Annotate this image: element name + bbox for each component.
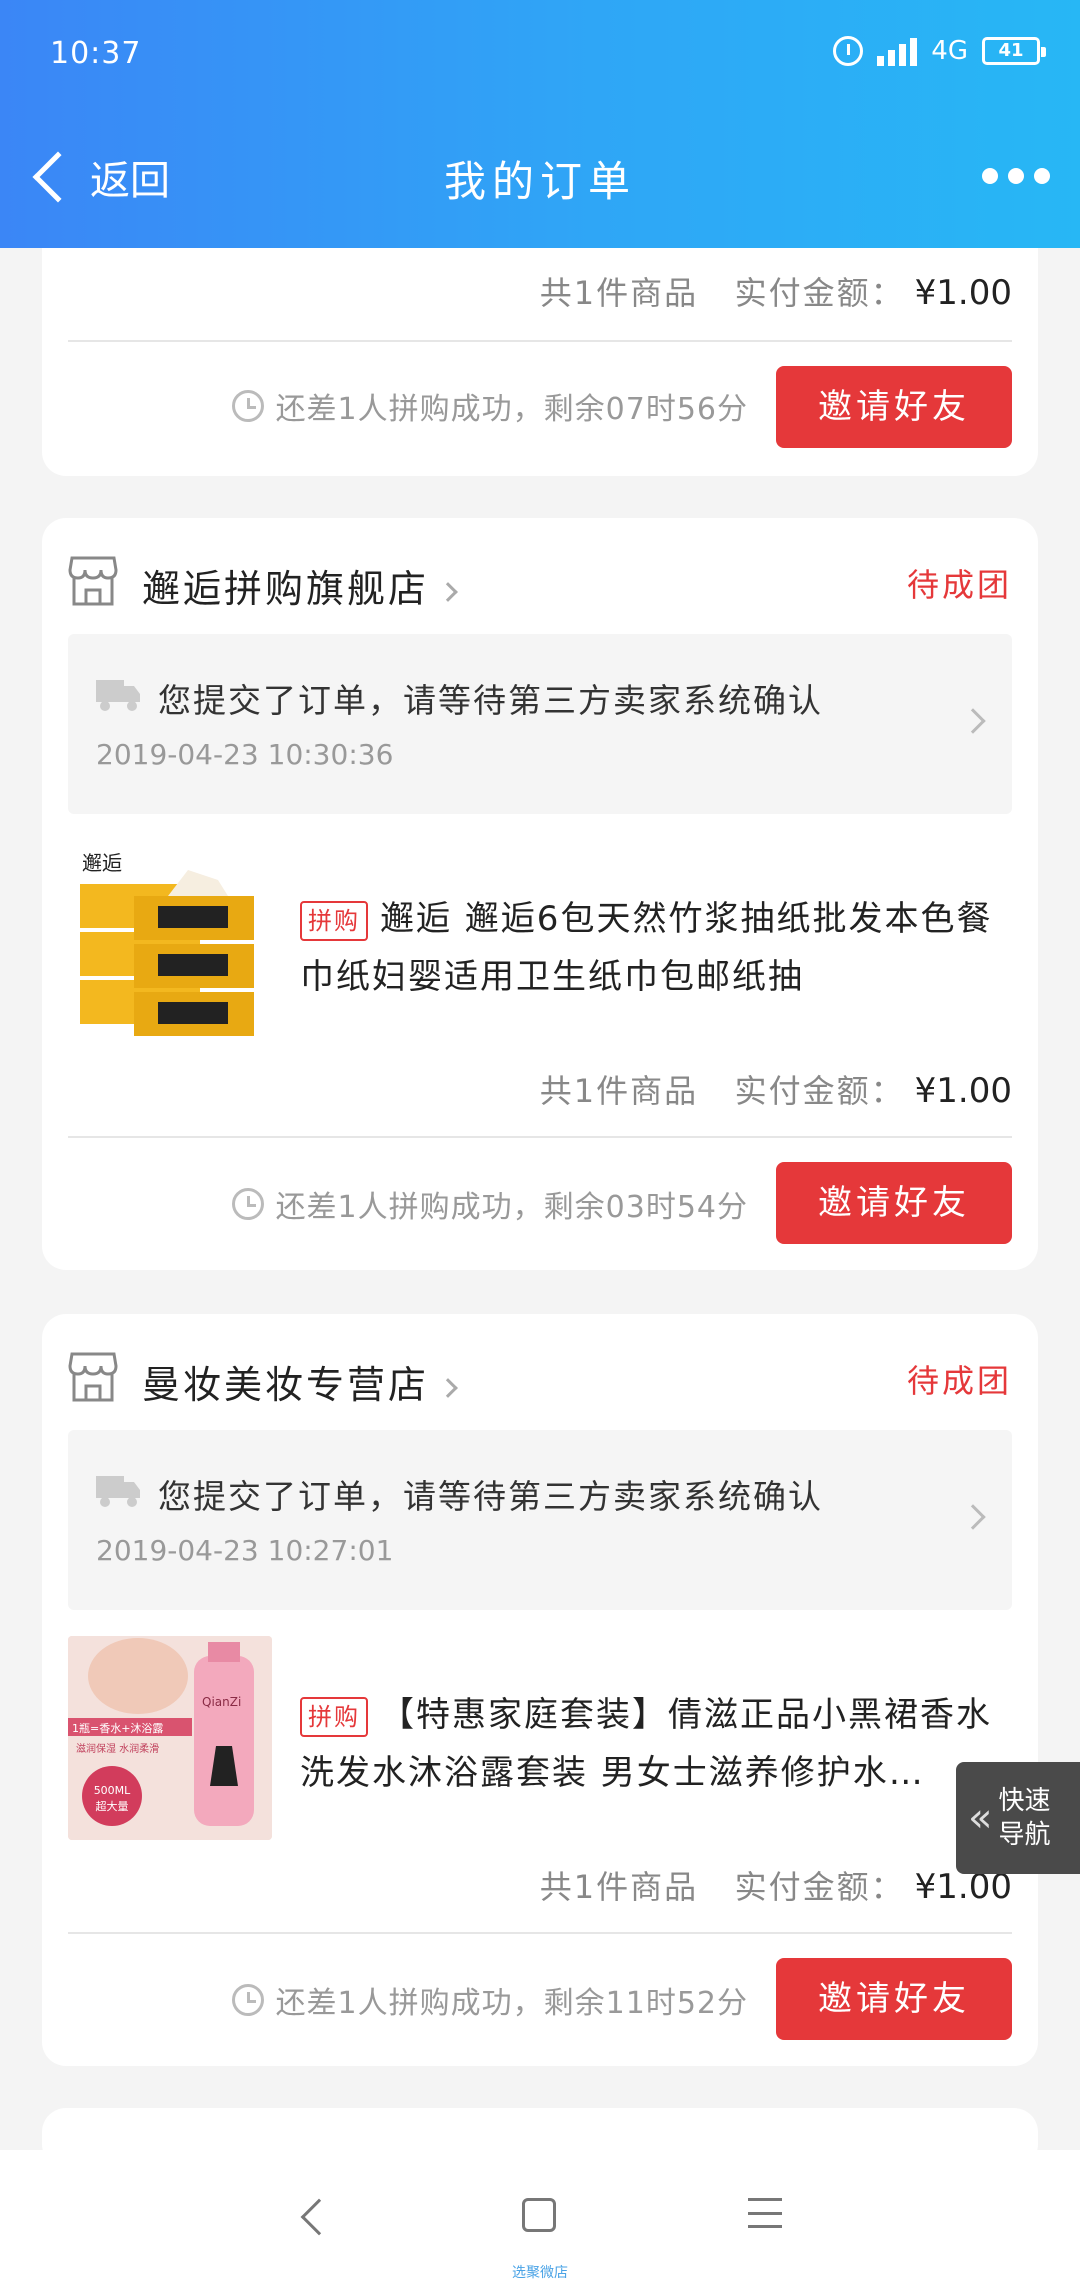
store-icon — [68, 556, 118, 606]
pingou-tag: 拼购 — [300, 900, 368, 941]
divider — [68, 340, 1012, 342]
divider — [68, 1932, 1012, 1934]
nav-back-icon[interactable] — [300, 2198, 338, 2236]
app-header: 10:37 4G 41 返回 我的订单 — [0, 0, 1080, 248]
order-card[interactable]: 曼妆美妆专营店 待成团 您提交了订单，请等待第三方卖家系统确认 2019-04-… — [42, 1314, 1038, 2066]
truck-icon — [96, 680, 140, 711]
invite-friends-button[interactable]: 邀请好友 — [776, 1162, 1012, 1244]
chevron-right-icon — [438, 1377, 458, 1398]
group-countdown: 还差1人拼购成功，剩余07时56分 — [231, 384, 748, 428]
chevron-right-icon — [960, 1504, 986, 1530]
product-image[interactable]: 邂逅 — [68, 840, 272, 1044]
double-chevron-left-icon: « — [968, 1795, 993, 1841]
notice-text: 您提交了订单，请等待第三方卖家系统确认 — [158, 1477, 823, 1516]
order-card[interactable]: 邂逅拼购旗舰店 待成团 您提交了订单，请等待第三方卖家系统确认 2019-04-… — [42, 518, 1038, 1270]
svg-text:邂逅: 邂逅 — [82, 851, 122, 875]
signal-icon — [877, 36, 918, 66]
status-icons: 4G 41 — [833, 36, 1046, 66]
order-price: ¥1.00 — [914, 1071, 1012, 1111]
system-nav-bar: 选聚微店 — [0, 2150, 1080, 2280]
clock-icon — [231, 390, 264, 422]
product-title[interactable]: 拼购 【特惠家庭套装】倩滋正品小黑裙香水洗发水沐浴露套装 男女士滋养修护水… — [300, 1686, 1010, 1802]
dot-icon — [982, 168, 998, 184]
pingou-tag: 拼购 — [300, 1696, 368, 1737]
svg-text:QianZi: QianZi — [202, 1695, 241, 1709]
chevron-right-icon — [438, 581, 458, 602]
order-time: 2019-04-23 10:27:01 — [96, 1534, 394, 1567]
store-name[interactable]: 曼妆美妆专营店 — [142, 1354, 458, 1409]
clock-icon — [231, 1188, 264, 1220]
order-summary: 共1件商品 实付金额： ¥1.00 — [539, 1867, 1012, 1907]
truck-icon — [96, 1476, 140, 1507]
store-row[interactable]: 邂逅拼购旗舰店 待成团 — [68, 554, 1012, 614]
order-notice[interactable]: 您提交了订单，请等待第三方卖家系统确认 2019-04-23 10:30:36 — [68, 634, 1012, 814]
chevron-right-icon — [960, 708, 986, 734]
order-notice[interactable]: 您提交了订单，请等待第三方卖家系统确认 2019-04-23 10:27:01 — [68, 1430, 1012, 1610]
dot-icon — [1034, 168, 1050, 184]
store-name[interactable]: 邂逅拼购旗舰店 — [142, 558, 458, 613]
group-countdown: 还差1人拼购成功，剩余11时52分 — [231, 1978, 748, 2022]
status-time: 10:37 — [50, 36, 142, 71]
quick-nav-button[interactable]: « 快速 导航 — [956, 1762, 1080, 1874]
order-card-partial: 共1件商品 实付金额： ¥1.00 还差1人拼购成功，剩余07时56分 邀请好友 — [42, 248, 1038, 476]
group-countdown: 还差1人拼购成功，剩余03时54分 — [231, 1182, 748, 1226]
order-status: 待成团 — [906, 1362, 1012, 1400]
nav-home-icon[interactable] — [522, 2198, 556, 2232]
alarm-icon — [833, 36, 864, 66]
status-bar: 10:37 4G 41 — [0, 30, 1080, 80]
store-row[interactable]: 曼妆美妆专营店 待成团 — [68, 1350, 1012, 1410]
nav-menu-icon[interactable] — [748, 2198, 782, 2228]
body-wash-image: QianZi 1瓶=香水+沐浴露 滋润保湿 水润柔滑 500ML 超大量 — [68, 1636, 272, 1840]
product-title[interactable]: 拼购 邂逅 邂逅6包天然竹浆抽纸批发本色餐巾纸妇婴适用卫生纸巾包邮纸抽 — [300, 890, 1010, 1006]
tissue-pack-image: 邂逅 — [80, 851, 254, 1036]
order-time: 2019-04-23 10:30:36 — [96, 738, 394, 771]
nav-bar: 返回 我的订单 — [0, 140, 1080, 220]
svg-text:超大量: 超大量 — [96, 1799, 129, 1813]
product-image[interactable]: QianZi 1瓶=香水+沐浴露 滋润保湿 水润柔滑 500ML 超大量 — [68, 1636, 272, 1840]
store-icon — [68, 1352, 118, 1402]
watermark: 选聚微店 — [512, 2265, 568, 2280]
page-title: 我的订单 — [443, 157, 636, 206]
clock-icon — [231, 1984, 264, 2016]
battery-icon: 41 — [982, 37, 1046, 65]
quick-nav-label: 快速 导航 — [998, 1786, 1051, 1850]
notice-text: 您提交了订单，请等待第三方卖家系统确认 — [158, 681, 823, 720]
invite-friends-button[interactable]: 邀请好友 — [776, 1958, 1012, 2040]
order-status: 待成团 — [906, 566, 1012, 604]
more-button[interactable] — [982, 168, 1050, 184]
svg-text:500ML: 500ML — [94, 1784, 131, 1797]
order-summary: 共1件商品 实付金额： ¥1.00 — [539, 1071, 1012, 1111]
svg-text:滋润保湿 水润柔滑: 滋润保湿 水润柔滑 — [76, 1742, 159, 1755]
divider — [68, 1136, 1012, 1138]
order-price: ¥1.00 — [914, 273, 1012, 313]
dot-icon — [1008, 168, 1024, 184]
order-summary: 共1件商品 实付金额： ¥1.00 — [539, 273, 1012, 313]
network-label: 4G — [931, 36, 968, 66]
svg-text:1瓶=香水+沐浴露: 1瓶=香水+沐浴露 — [72, 1721, 163, 1735]
invite-friends-button[interactable]: 邀请好友 — [776, 366, 1012, 448]
